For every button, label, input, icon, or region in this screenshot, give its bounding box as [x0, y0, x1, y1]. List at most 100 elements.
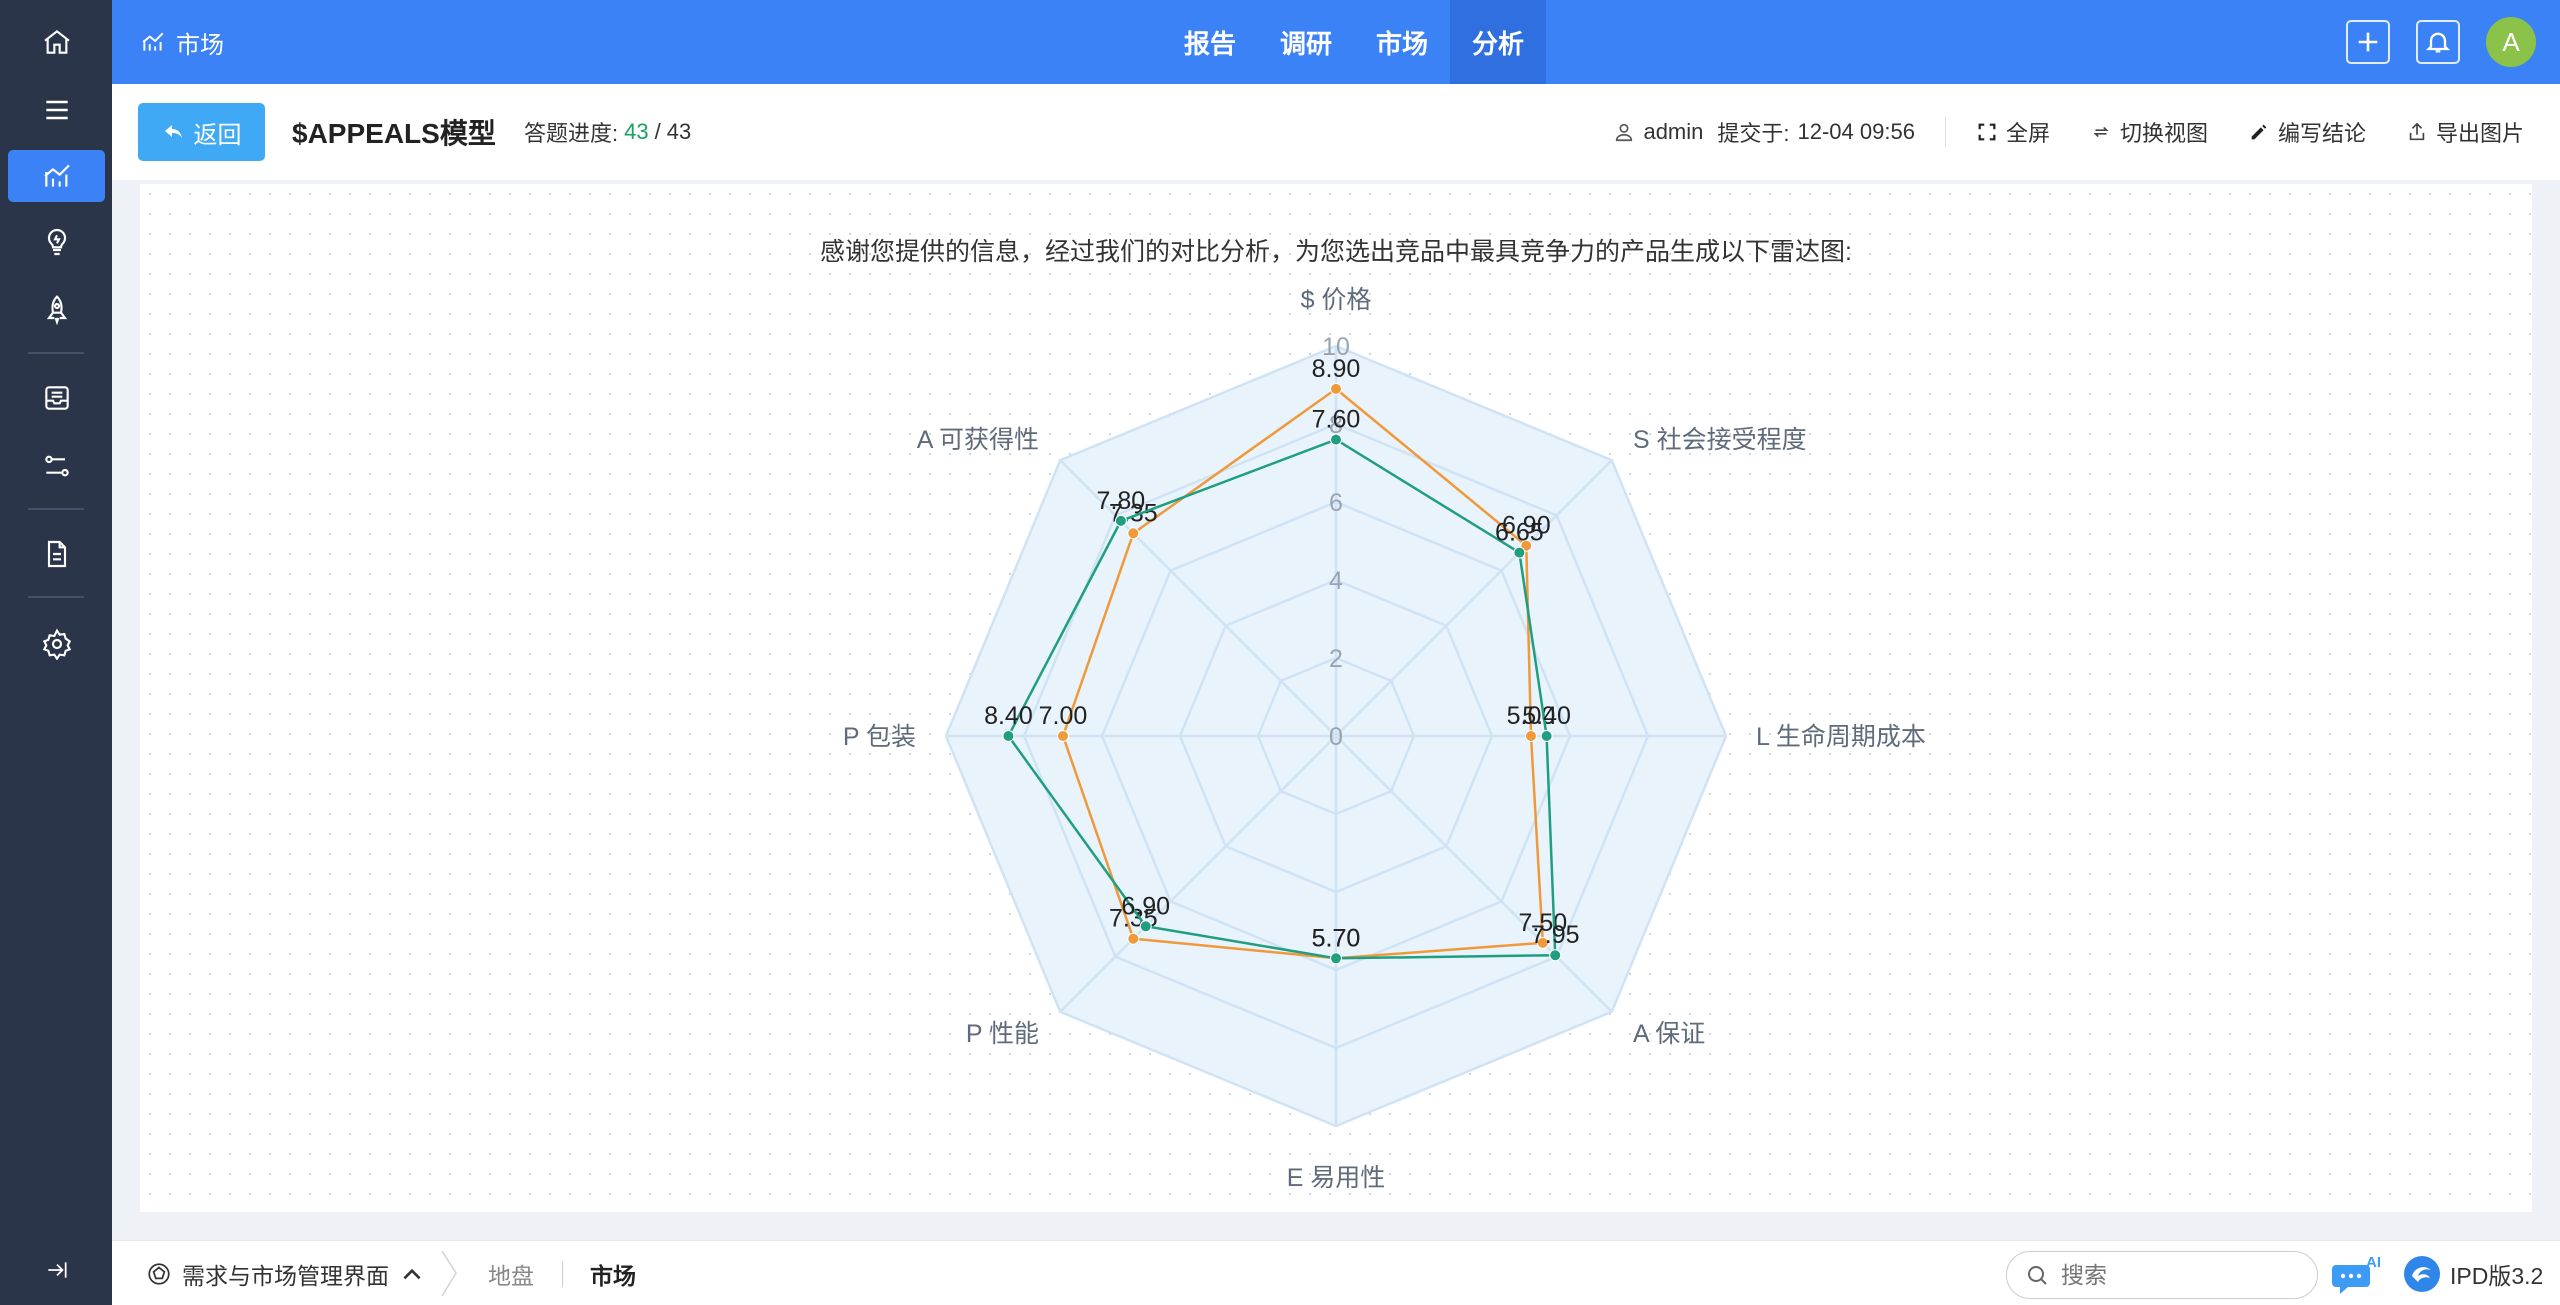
export-image-label: 导出图片	[2435, 121, 2524, 146]
module-icon	[148, 1262, 170, 1285]
radar-tick-label: 0	[1329, 723, 1343, 751]
submitter: admin	[1643, 119, 1704, 144]
radar-chart: 0246810$ 价格S 社会接受程度L 生命周期成本A 保证E 易用性P 性能…	[843, 286, 1926, 1192]
ai-chat-icon[interactable]: AI	[2330, 1251, 2386, 1297]
breadcrumb-item-home[interactable]: 地盘	[488, 1241, 534, 1305]
switch-view-label: 切换视图	[2119, 121, 2208, 146]
sidebar-item-market[interactable]	[8, 150, 105, 202]
export-image-button[interactable]: 导出图片	[2406, 116, 2524, 148]
radar-data-point	[1002, 730, 1015, 742]
radar-tick-label: 6	[1329, 489, 1343, 517]
export-icon	[2409, 122, 2425, 141]
bottom-bar: 需求与市场管理界面 地盘 市场 AI IPD版3.2	[112, 1240, 2560, 1305]
progress-label: 答题进度:	[524, 121, 619, 146]
collapse-icon	[47, 1262, 67, 1278]
top-bar: 市场 报告 调研 市场 分析 A	[112, 0, 2560, 84]
inbox-icon	[44, 386, 69, 410]
rocket-icon	[46, 295, 67, 326]
radar-data-label: 7.60	[1312, 406, 1361, 434]
flow-icon	[44, 455, 69, 477]
sidebar-collapse-button[interactable]	[8, 1244, 105, 1296]
sidebar-item-home[interactable]	[8, 16, 105, 68]
back-button[interactable]: 返回	[138, 103, 265, 161]
module-switcher[interactable]: 需求与市场管理界面	[146, 1241, 425, 1305]
nav-market[interactable]: 市场	[1354, 0, 1450, 84]
trend-chart-icon	[142, 32, 164, 51]
sidebar-item-workflow[interactable]	[8, 440, 105, 492]
nav-research[interactable]: 调研	[1258, 0, 1354, 84]
radar-data-label: 6.65	[1495, 519, 1544, 547]
radar-data-point	[1330, 382, 1342, 395]
trend-chart-icon	[43, 164, 70, 187]
sidebar-item-settings[interactable]	[8, 618, 105, 670]
sidebar-item-menu[interactable]	[8, 84, 105, 136]
fullscreen-label: 全屏	[2005, 121, 2050, 146]
submission-info: admin 提交于: 12-04 09:56	[1613, 116, 1915, 148]
top-actions: A	[2346, 0, 2536, 84]
radar-axis-label: L 生命周期成本	[1756, 723, 1926, 751]
add-button[interactable]	[2346, 20, 2390, 64]
notification-button[interactable]	[2416, 20, 2460, 64]
gear-icon	[42, 628, 71, 660]
module-name: 需求与市场管理界面	[182, 1262, 389, 1289]
radar-data-label: 7.95	[1531, 921, 1580, 949]
radar-axis-label: A 可获得性	[917, 426, 1039, 454]
progress-total: 43	[666, 119, 692, 144]
write-conclusion-button[interactable]: 编写结论	[2248, 116, 2366, 148]
breadcrumb-item-market[interactable]: 市场	[590, 1241, 636, 1305]
switch-view-button[interactable]: 切换视图	[2090, 116, 2208, 148]
radar-axis-label: $ 价格	[1301, 286, 1372, 314]
sidebar-item-inbox[interactable]	[8, 372, 105, 424]
plus-icon	[2358, 32, 2378, 52]
nav-report[interactable]: 报告	[1162, 0, 1258, 84]
radar-data-point	[1540, 730, 1553, 742]
switch-icon	[2093, 126, 2109, 138]
radar-data-label: 7.80	[1097, 487, 1146, 515]
page-toolbar: 返回 $APPEALS模型 答题进度: 43 / 43 admin 提交于: 1…	[112, 84, 2560, 180]
breadcrumb-arrow-icon	[441, 1251, 457, 1296]
search-input[interactable]	[2061, 1261, 2291, 1289]
radar-axis-label: A 保证	[1633, 1020, 1705, 1048]
answer-progress: 答题进度: 43 / 43	[524, 84, 691, 180]
write-conclusion-label: 编写结论	[2277, 121, 2366, 146]
submitted-time: 12-04 09:56	[1797, 119, 1915, 144]
radar-data-point	[1139, 920, 1152, 933]
radar-data-point	[1127, 527, 1140, 540]
radar-data-point	[1513, 546, 1526, 559]
sidebar-item-launch[interactable]	[8, 284, 105, 336]
radar-data-label: 5.40	[1522, 702, 1571, 730]
radar-axis-label: S 社会接受程度	[1633, 426, 1807, 454]
sidebar-divider	[28, 508, 84, 510]
sidebar-divider	[28, 596, 84, 598]
sidebar-item-documents[interactable]	[8, 528, 105, 580]
version-label: IPD版3.2	[2450, 1262, 2544, 1289]
sidebar	[0, 0, 112, 1305]
section-title: 市场	[176, 31, 224, 59]
progress-done: 43	[624, 119, 649, 144]
radar-data-label: 5.70	[1312, 924, 1361, 952]
radar-data-point	[1330, 952, 1342, 965]
back-arrow-icon	[164, 125, 182, 138]
sidebar-item-ideas[interactable]	[8, 216, 105, 268]
avatar[interactable]: A	[2486, 17, 2536, 67]
menu-icon	[45, 100, 68, 120]
nav-analysis[interactable]: 分析	[1450, 0, 1547, 84]
radar-data-label: 8.90	[1312, 355, 1361, 383]
progress-separator: /	[654, 119, 661, 144]
ipd-logo-icon	[2404, 1255, 2440, 1292]
breadcrumb-divider	[562, 1261, 563, 1287]
document-icon	[47, 540, 66, 568]
radar-data-label: 7.00	[1039, 702, 1088, 730]
page-title: $APPEALS模型	[292, 118, 496, 149]
lightbulb-icon	[47, 228, 66, 256]
user-icon	[1616, 123, 1633, 142]
toolbar-divider	[1944, 117, 1946, 147]
search-box[interactable]	[2006, 1251, 2318, 1299]
search-icon	[2028, 1266, 2047, 1285]
radar-tick-label: 4	[1329, 567, 1343, 595]
back-button-label: 返回	[193, 121, 242, 149]
submitted-label: 提交于:	[1717, 121, 1790, 146]
bell-icon	[2425, 32, 2451, 53]
radar-data-point	[1127, 932, 1140, 945]
fullscreen-button[interactable]: 全屏	[1976, 116, 2050, 148]
